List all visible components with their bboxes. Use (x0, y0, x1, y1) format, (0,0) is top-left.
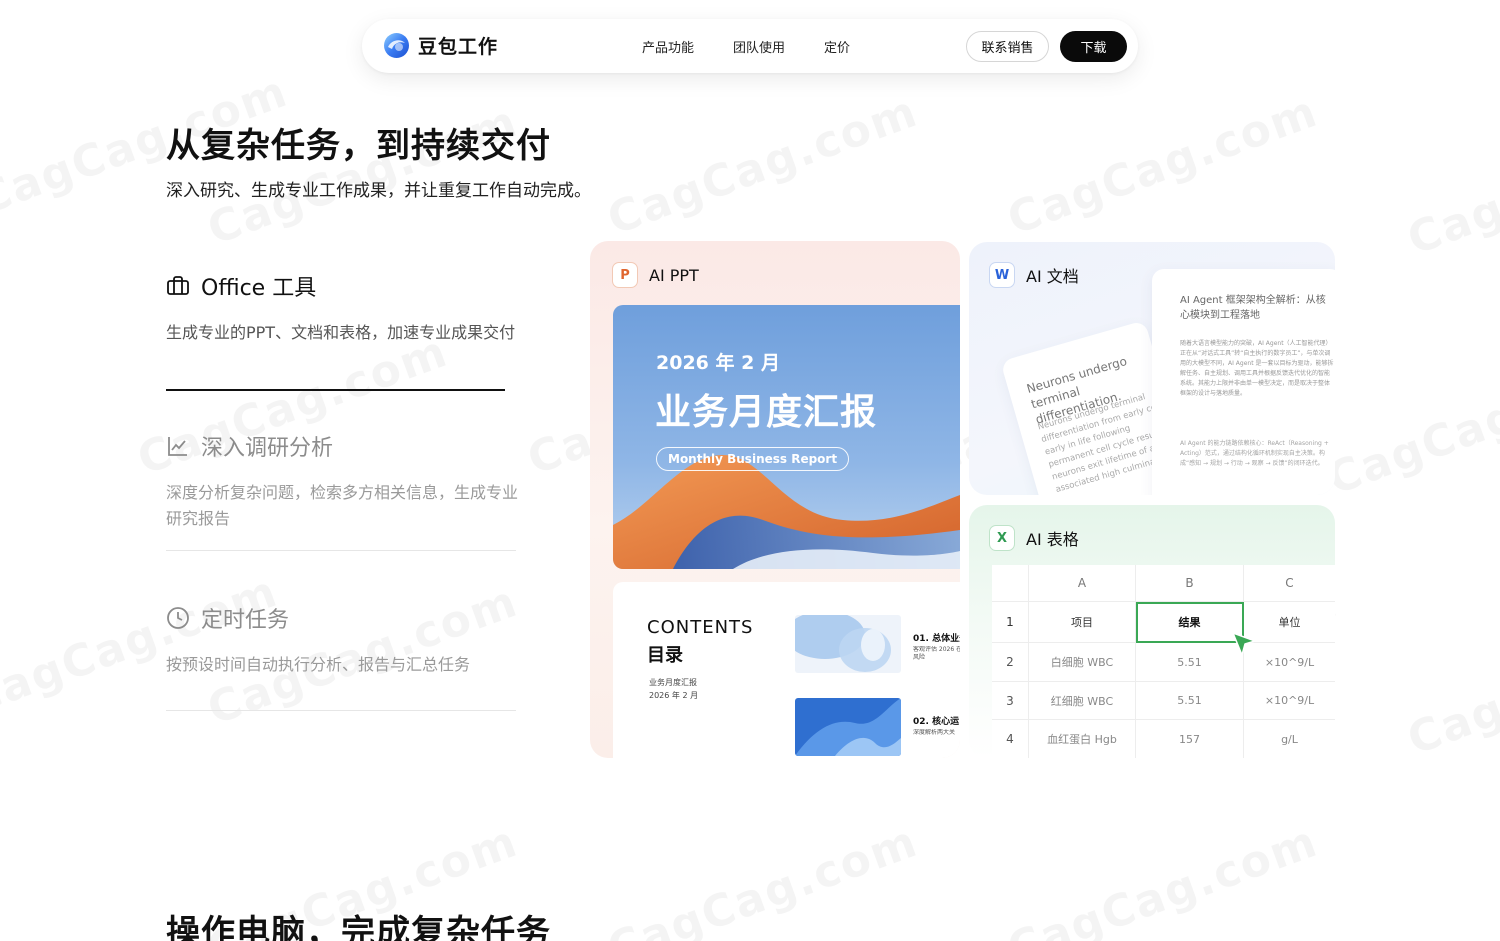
table-cell[interactable]: 5.51 (1136, 643, 1244, 681)
contact-sales-button[interactable]: 联系销售 (966, 31, 1049, 62)
divider (166, 550, 516, 551)
contents-item-title: 02. 核心运 (913, 717, 960, 727)
glass-abstract-image (795, 615, 901, 673)
hero-subtitle: 深入研究、生成专业工作成果，并让重复工作自动完成。 (166, 181, 591, 201)
row-number: 4 (992, 720, 1029, 758)
table-cell[interactable]: 单位 (1244, 602, 1335, 642)
table-cell[interactable]: 血红蛋白 Hgb (1029, 720, 1136, 758)
contents-item-sub: 深度解析两大关 (913, 729, 956, 736)
feature-scheduled-tasks[interactable]: 定时任务 按预设时间自动执行分析、报告与汇总任务 (166, 602, 516, 678)
feature-active-indicator (166, 389, 505, 391)
cover-artwork (613, 305, 960, 569)
feature-description: 深度分析复杂问题，检索多方相关信息，生成专业研究报告 (166, 483, 519, 528)
card-label: AI 文档 (1026, 267, 1079, 286)
excel-icon: X (989, 525, 1015, 551)
feature-office-tools[interactable]: Office 工具 生成专业的PPT、文档和表格，加速专业成果交付 (166, 270, 516, 346)
clock-icon (167, 607, 189, 629)
contents-item-sub: 客观评估 2026 在风险 (913, 646, 960, 661)
brand-name: 豆包工作 (418, 36, 499, 58)
powerpoint-icon: P (612, 262, 638, 288)
cover-title: 业务月度汇报 (655, 392, 878, 433)
card-label: AI 表格 (1026, 530, 1079, 549)
table-row: 3 红细胞 WBC 5.51 ×10^9/L (992, 682, 1335, 720)
watermark: CagCag.com (1001, 86, 1325, 245)
table-cell-selected[interactable]: 结果 (1136, 602, 1244, 642)
table-cell[interactable]: g/L (1244, 720, 1335, 758)
watermark: CagCag.com (1321, 346, 1500, 505)
table-cell[interactable]: ×10^9/L (1244, 643, 1335, 681)
row-number: 3 (992, 682, 1029, 719)
hero-title: 从复杂任务，到持续交付 (166, 126, 551, 166)
watermark: CagCag.com (601, 816, 925, 941)
feature-description: 生成专业的PPT、文档和表格，加速专业成果交付 (166, 323, 516, 342)
card-label: AI PPT (649, 265, 699, 285)
feature-title: 深入调研分析 (201, 436, 334, 461)
watermark: CagCag.com (1401, 106, 1500, 265)
watermark: CagCag.com (601, 86, 925, 245)
contents-title: CONTENTS (647, 617, 754, 638)
cover-date: 2026 年 2 月 (656, 352, 780, 374)
word-icon: W (989, 262, 1015, 288)
contents-thumbnail (795, 698, 901, 756)
nav-link-team[interactable]: 团队使用 (733, 37, 785, 56)
briefcase-icon (167, 276, 189, 295)
ai-ppt-card[interactable]: P AI PPT 2026 年 2 月 业务月度汇报 Monthly Busin… (590, 241, 960, 758)
nav-links: 产品功能 团队使用 定价 (642, 19, 889, 73)
section-title: 操作电脑，完成复杂任务 (166, 913, 551, 941)
column-header[interactable]: C (1244, 565, 1335, 601)
ai-doc-card[interactable]: Neurons undergo terminal differentiation… (969, 242, 1335, 495)
contents-meta: 业务月度汇报 2026 年 2 月 (649, 678, 699, 700)
blue-abstract-image (795, 698, 901, 756)
table-row: 2 白细胞 WBC 5.51 ×10^9/L (992, 643, 1335, 682)
row-number: 1 (992, 602, 1029, 642)
table-cell[interactable]: 157 (1136, 720, 1244, 758)
ppt-contents-slide: CONTENTS 目录 业务月度汇报 2026 年 2 月 01. 总体业务 客… (613, 582, 960, 758)
spreadsheet-grid: A B C 1 项目 结果 单位 2 白细胞 WBC 5.51 ×10^9/L … (992, 565, 1335, 758)
column-header[interactable]: B (1136, 565, 1244, 601)
table-cell[interactable]: ×10^9/L (1244, 682, 1335, 719)
contents-item-title: 01. 总体业务 (913, 634, 960, 644)
table-cell[interactable]: 5.51 (1136, 682, 1244, 719)
doc-page: AI Agent 框架架构全解析：从核心模块到工程落地 随着大语言模型能力的突破… (1152, 269, 1335, 495)
contents-title-cn: 目录 (647, 645, 683, 666)
nav-link-features[interactable]: 产品功能 (642, 37, 694, 56)
pointer-cursor-icon (1232, 632, 1256, 656)
feature-description: 按预设时间自动执行分析、报告与汇总任务 (166, 655, 471, 674)
doubao-logo-icon (384, 33, 409, 58)
feature-title: 定时任务 (201, 608, 290, 633)
column-header[interactable]: A (1029, 565, 1136, 601)
cover-subtitle-pill: Monthly Business Report (656, 447, 850, 471)
download-button[interactable]: 下载 (1060, 31, 1127, 62)
doc-page-title: AI Agent 框架架构全解析：从核心模块到工程落地 (1180, 295, 1326, 321)
contents-thumbnail (795, 615, 901, 673)
feature-deep-research[interactable]: 深入调研分析 深度分析复杂问题，检索多方相关信息，生成专业研究报告 (166, 430, 519, 532)
doc-page-body: 随着大语言模型能力的突破，AI Agent（人工智能代理）正在从“对话式工具”转… (1180, 340, 1334, 397)
top-nav: 豆包工作 产品功能 团队使用 定价 联系销售 下载 (362, 19, 1138, 73)
ai-sheet-card[interactable]: X AI 表格 A B C 1 项目 结果 单位 2 白细胞 WBC 5.51 … (969, 505, 1335, 758)
table-cell[interactable]: 红细胞 WBC (1029, 682, 1136, 719)
doc-page-body: AI Agent 的能力链路依赖核心：ReAct（Reasoning + Act… (1180, 440, 1329, 467)
line-chart-icon (168, 437, 187, 456)
divider (166, 710, 516, 711)
row-number: 2 (992, 643, 1029, 681)
feature-title: Office 工具 (201, 276, 317, 301)
table-row: 4 血红蛋白 Hgb 157 g/L (992, 720, 1335, 758)
table-cell[interactable]: 项目 (1029, 602, 1136, 642)
table-cell[interactable]: 白细胞 WBC (1029, 643, 1136, 681)
watermark: CagCag.com (1401, 606, 1500, 765)
watermark: CagCag.com (1001, 816, 1325, 941)
column-header-row: A B C (992, 565, 1335, 602)
nav-link-pricing[interactable]: 定价 (824, 37, 850, 56)
brand[interactable]: 豆包工作 (383, 32, 498, 59)
ppt-cover-slide: 2026 年 2 月 业务月度汇报 Monthly Business Repor… (613, 305, 960, 569)
table-row: 1 项目 结果 单位 (992, 602, 1335, 643)
